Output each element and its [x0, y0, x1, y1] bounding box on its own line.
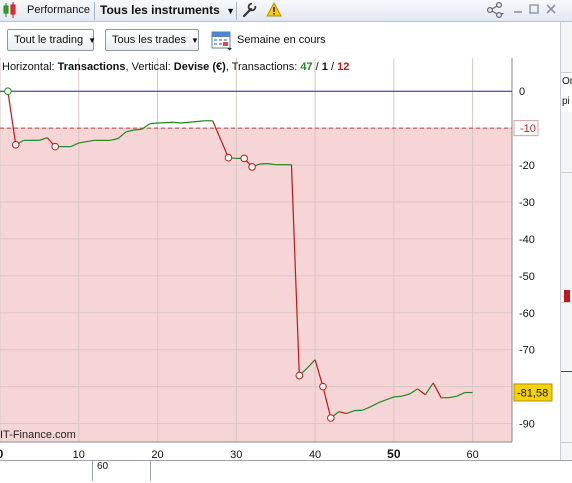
equity-segment: [158, 122, 174, 123]
fragment-a: Or: [562, 76, 572, 87]
warning-icon[interactable]: [266, 0, 282, 22]
loss-marker: [328, 415, 335, 422]
legend-prefix: Horizontal:: [2, 61, 58, 73]
threshold-badge: -10: [514, 121, 538, 136]
calendar-icon[interactable]: [211, 29, 233, 51]
legend-suffix: , Transactions:: [226, 61, 301, 73]
performance-tab[interactable]: Performance: [27, 0, 90, 22]
chevron-down-icon: ▼: [226, 6, 235, 16]
legend-horizontal: Transactions: [58, 61, 126, 73]
threshold-value: -10: [520, 123, 536, 135]
y-tick-label: -90: [519, 419, 535, 431]
current-value: -81,58: [517, 387, 548, 399]
equity-segment: [181, 122, 189, 123]
equity-chart: 0-20-30-40-50-60-70-90 0102030405060 -10…: [0, 58, 560, 480]
equity-segment: [134, 129, 142, 130]
y-tick-label: 0: [519, 86, 525, 98]
loss-marker: [225, 154, 232, 161]
loss-marker: [12, 141, 19, 148]
loss-marker: [52, 143, 59, 150]
legend-count-green: 47: [300, 61, 312, 73]
loss-marker: [296, 372, 303, 379]
trading-filter-dropdown[interactable]: Tout le trading ▼: [7, 29, 94, 51]
trades-filter-dropdown[interactable]: Tous les trades ▼: [105, 29, 199, 51]
x-axis-ticks: 0102030405060: [0, 447, 479, 461]
start-marker: [5, 88, 12, 95]
period-label[interactable]: Semaine en cours: [237, 34, 326, 46]
candlestick-icon: [2, 0, 20, 22]
adjacent-panel-bottom: 60: [0, 460, 572, 480]
y-tick-label: -30: [519, 197, 535, 209]
minimize-icon[interactable]: [512, 0, 524, 22]
watermark: IT-Finance.com: [0, 429, 76, 441]
y-tick-label: -40: [519, 234, 535, 246]
chevron-down-icon: ▼: [88, 36, 96, 45]
equity-segment: [150, 123, 158, 124]
y-tick-label: -60: [519, 308, 535, 320]
price-marker: [564, 290, 570, 302]
y-axis-ticks: 0 -20 -30 -40 -50 -60 -70 -90: [519, 86, 535, 430]
legend-mid: , Vertical:: [126, 61, 174, 73]
chart-legend: Horizontal: Transactions, Vertical: Devi…: [2, 61, 349, 73]
legend-sep1: /: [313, 61, 322, 73]
legend-vertical: Devise (€): [174, 61, 226, 73]
close-icon[interactable]: [545, 0, 557, 22]
legend-sep2: /: [328, 61, 337, 73]
y-tick-label: -20: [519, 160, 535, 172]
y-tick-label: -70: [519, 345, 535, 357]
y-tick-label: -50: [519, 271, 535, 283]
instrument-dropdown[interactable]: Tous les instruments ▼: [100, 0, 235, 22]
trading-filter-label: Tout le trading: [14, 34, 83, 46]
chart-area: 0-20-30-40-50-60-70-90 0102030405060 -10…: [0, 58, 560, 480]
chevron-down-icon: ▼: [191, 36, 199, 45]
equity-segment: [173, 122, 181, 123]
fragment-b: pi: [562, 96, 570, 107]
bottom-fragment: 60: [97, 461, 108, 472]
maximize-icon[interactable]: [528, 0, 540, 22]
loss-marker: [320, 383, 327, 390]
loss-marker: [241, 155, 248, 162]
current-value-badge: -81,58: [514, 384, 552, 401]
x-tick-label: 0: [0, 447, 4, 461]
instrument-dropdown-label: Tous les instruments: [100, 3, 220, 17]
adjacent-panel-edge: Or pi: [560, 22, 572, 480]
loss-marker: [249, 164, 256, 171]
share-icon[interactable]: [485, 0, 505, 22]
x-tick-label: 50: [387, 447, 401, 461]
title-bar: Performance Tous les instruments ▼: [0, 0, 572, 22]
legend-count-red: 12: [337, 61, 349, 73]
trades-filter-label: Tous les trades: [112, 34, 186, 46]
equity-segment: [394, 396, 402, 397]
wrench-icon[interactable]: [241, 0, 257, 22]
